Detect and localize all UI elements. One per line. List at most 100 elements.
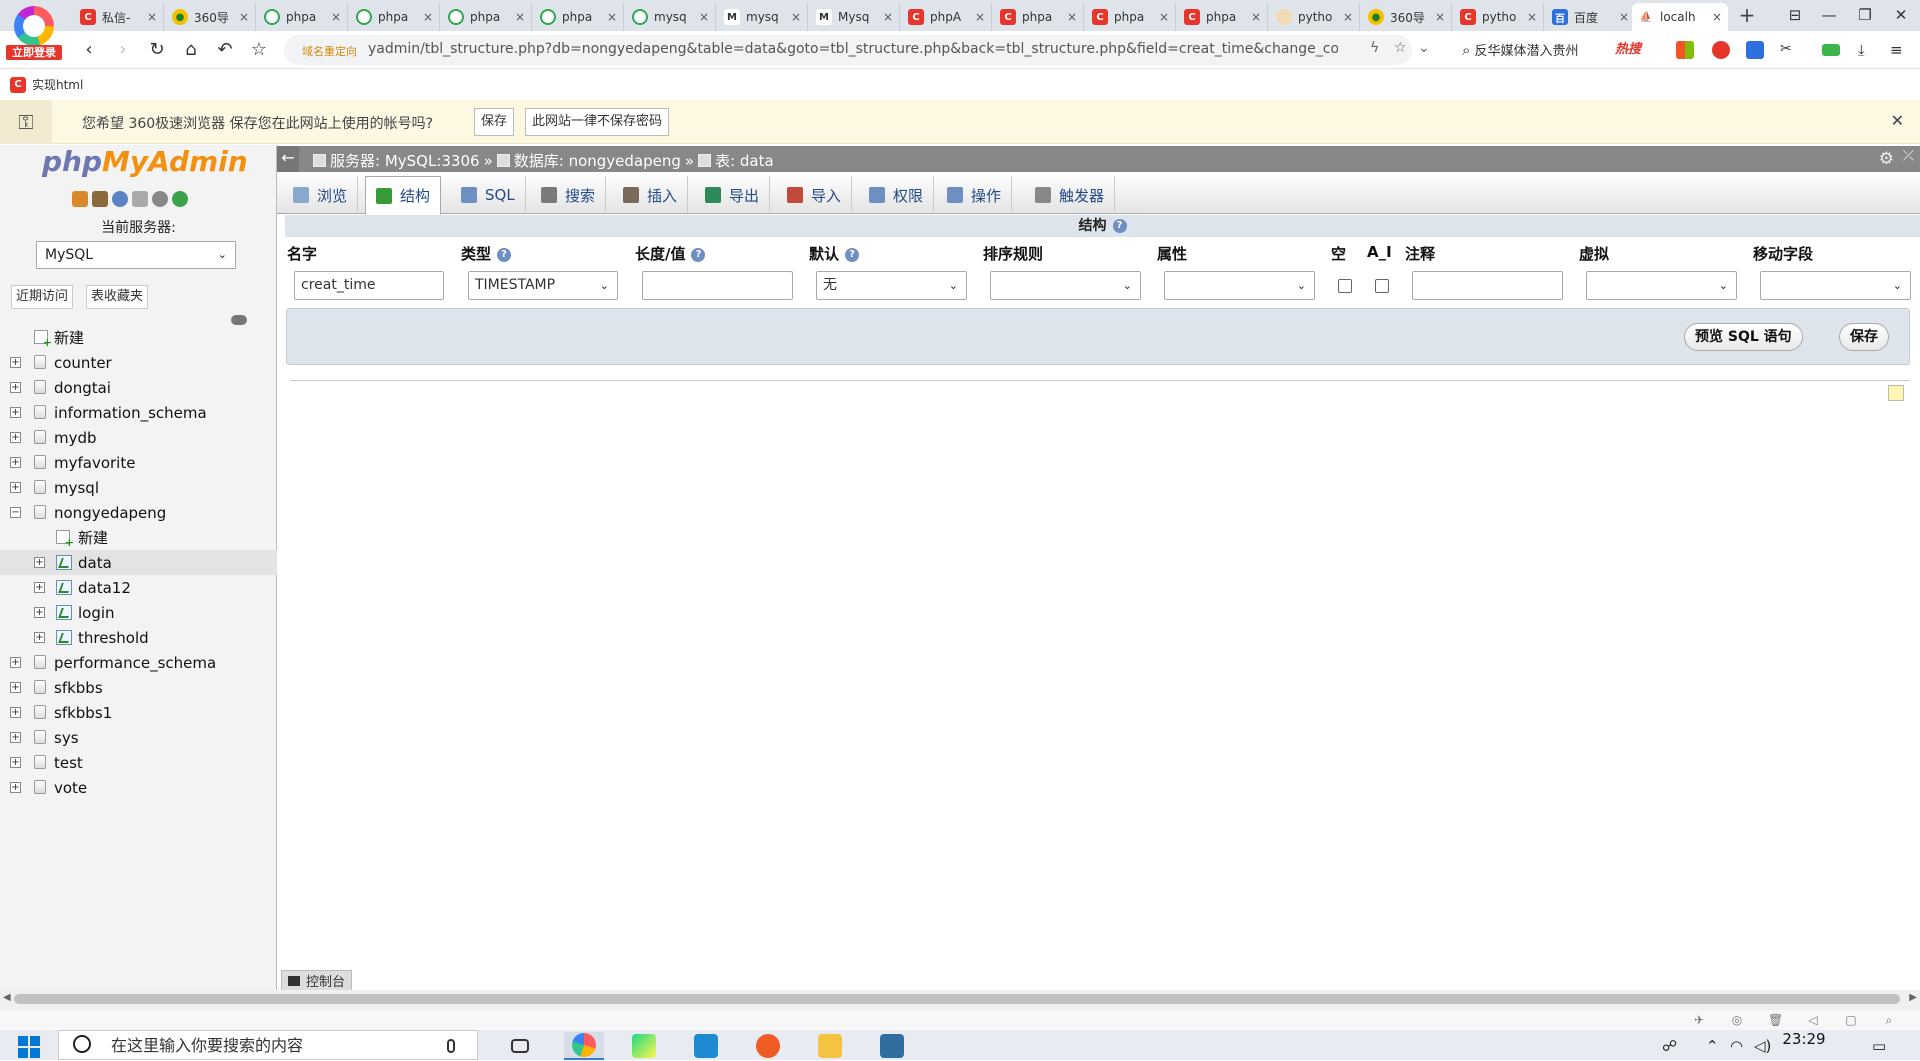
tree-database[interactable]: + test	[0, 750, 277, 775]
collapse-icon[interactable]: −	[10, 507, 21, 518]
tree-table[interactable]: + threshold	[0, 625, 277, 650]
tree-table[interactable]: + login	[0, 600, 277, 625]
collapse-icon[interactable]: ⤫	[1903, 148, 1914, 164]
tab-privileges[interactable]: 权限	[859, 176, 935, 214]
help-icon[interactable]	[112, 191, 128, 207]
tree-database[interactable]: + dongtai	[0, 375, 277, 400]
tree-database[interactable]: + sfkbbs	[0, 675, 277, 700]
field-comment-input[interactable]	[1412, 271, 1563, 300]
browser-tab[interactable]: 百百度 ×	[1546, 3, 1636, 31]
breadcrumb-database[interactable]: 数据库: nongyedapeng	[514, 150, 681, 171]
tree-label[interactable]: dongtai	[54, 379, 111, 397]
tree-label[interactable]: vote	[54, 779, 87, 797]
scrollbar-thumb[interactable]	[14, 994, 1900, 1004]
scroll-right-icon[interactable]: ▶	[1909, 992, 1917, 1003]
scroll-left-icon[interactable]: ◀	[3, 992, 11, 1003]
horizontal-scrollbar[interactable]: ◀ ▶	[0, 990, 1920, 1010]
reload-icon[interactable]	[172, 191, 188, 207]
chevron-up-icon[interactable]: ⌃	[1706, 1037, 1719, 1055]
expand-icon[interactable]: +	[10, 732, 21, 743]
browser-tab[interactable]: pytho ×	[1270, 3, 1360, 31]
address-bar[interactable]: 域名重定向 yadmin/tbl_structure.php?db=nongye…	[284, 35, 1430, 65]
auto-increment-checkbox[interactable]	[1375, 279, 1389, 293]
browser-tab[interactable]: Cphpa ×	[1086, 3, 1176, 31]
help-icon[interactable]: ?	[497, 247, 512, 262]
tree-label[interactable]: data	[78, 554, 112, 572]
close-tab-icon[interactable]: ×	[881, 10, 895, 24]
notification-icon[interactable]: ▭	[1872, 1037, 1886, 1055]
never-save-password-button[interactable]: 此网站一律不保存密码	[525, 108, 670, 136]
console-toggle[interactable]: 控制台	[281, 970, 353, 990]
settings-icon[interactable]	[152, 191, 168, 207]
browser-tab[interactable]: M Mysq ×	[810, 3, 900, 31]
server-select[interactable]: MySQL ⌄	[36, 241, 236, 269]
browser-tab[interactable]: Cphpa ×	[1178, 3, 1268, 31]
tab-structure[interactable]: 结构	[365, 176, 442, 215]
tree-label[interactable]: threshold	[78, 629, 149, 647]
close-tab-icon[interactable]: ×	[237, 10, 251, 24]
taskbar-search[interactable]: 在这里输入你要搜索的内容	[58, 1030, 478, 1060]
expand-icon[interactable]: +	[10, 482, 21, 493]
rocket-icon[interactable]: ✈	[1692, 1013, 1706, 1027]
tree-label[interactable]: data12	[78, 579, 131, 597]
microphone-icon[interactable]	[447, 1039, 455, 1053]
tab-insert[interactable]: 插入	[613, 176, 689, 214]
forward-icon[interactable]: ›	[110, 37, 136, 63]
phpmyadmin-logo[interactable]: phpMyAdmin	[42, 145, 248, 178]
close-tab-icon[interactable]: ×	[1525, 10, 1539, 24]
tree-label[interactable]: 新建	[54, 327, 84, 348]
tree-label[interactable]: nongyedapeng	[54, 504, 166, 522]
login-badge[interactable]: 立即登录	[6, 45, 62, 60]
close-tab-icon[interactable]: ×	[1249, 10, 1263, 24]
close-tab-icon[interactable]: ×	[513, 10, 527, 24]
expand-icon[interactable]: +	[10, 682, 21, 693]
browser-tab[interactable]: ● 360导 ×	[1362, 3, 1452, 31]
field-type-select[interactable]: TIMESTAMP ⌄	[468, 271, 618, 300]
breadcrumb-table[interactable]: 表: data	[715, 150, 774, 171]
tab-sql[interactable]: SQL	[451, 176, 526, 214]
close-window-button[interactable]: ✕	[1882, 0, 1920, 31]
tree-database[interactable]: + mydb	[0, 425, 277, 450]
browser-tab[interactable]: Cphpa ×	[994, 3, 1084, 31]
browser-tab[interactable]: ⛵ localh ×	[1632, 3, 1728, 31]
help-icon[interactable]: ?	[1112, 219, 1127, 233]
close-tab-icon[interactable]: ×	[1341, 10, 1355, 24]
download-icon[interactable]: ⤓	[1858, 41, 1876, 59]
browser-tab[interactable]: phpa ×	[258, 3, 348, 31]
help-icon[interactable]: ?	[691, 247, 706, 262]
tab-browse[interactable]: 浏览	[283, 176, 359, 214]
mysql-workbench-icon[interactable]	[872, 1032, 912, 1060]
tree-database[interactable]: + vote	[0, 775, 277, 800]
save-password-button[interactable]: 保存	[474, 108, 515, 136]
tree-label[interactable]: myfavorite	[54, 454, 135, 472]
tree-new-table[interactable]: 新建	[0, 525, 277, 550]
field-name-input[interactable]: creat_time	[294, 271, 444, 300]
maximize-button[interactable]: ❐	[1846, 0, 1884, 31]
tree-database[interactable]: + sfkbbs1	[0, 700, 277, 725]
expand-icon[interactable]: +	[10, 382, 21, 393]
expand-icon[interactable]: +	[10, 407, 21, 418]
search-icon[interactable]: ⌕	[1882, 1013, 1896, 1027]
close-tab-icon[interactable]: ×	[605, 10, 619, 24]
minimize-button[interactable]: —	[1810, 0, 1848, 31]
back-icon[interactable]: ‹	[76, 37, 102, 63]
browser-tab[interactable]: phpa ×	[534, 3, 624, 31]
collapse-panel-icon[interactable]: ←	[277, 146, 299, 172]
tree-table[interactable]: + data	[0, 550, 277, 575]
close-tab-icon[interactable]: ×	[421, 10, 435, 24]
tree-table[interactable]: + data12	[0, 575, 277, 600]
browser-tab[interactable]: Cpytho ×	[1454, 3, 1544, 31]
scissors-icon[interactable]: ✂	[1780, 41, 1798, 59]
close-tab-icon[interactable]: ×	[789, 10, 803, 24]
close-tab-icon[interactable]: ×	[1433, 10, 1447, 24]
windows-start-icon[interactable]	[18, 1036, 40, 1058]
field-length-input[interactable]	[642, 271, 793, 300]
browser-logo[interactable]: 立即登录	[4, 2, 62, 60]
360-browser-icon[interactable]	[564, 1032, 604, 1060]
browser-tab[interactable]: mysq ×	[626, 3, 716, 31]
new-tab-button[interactable]: +	[1734, 3, 1760, 29]
windows-extension-icon[interactable]	[1676, 41, 1694, 59]
tab-import[interactable]: 导入	[777, 176, 853, 214]
browser-tab[interactable]: CphpA ×	[902, 3, 992, 31]
browser-tab[interactable]: C 私信- ×	[74, 3, 164, 31]
